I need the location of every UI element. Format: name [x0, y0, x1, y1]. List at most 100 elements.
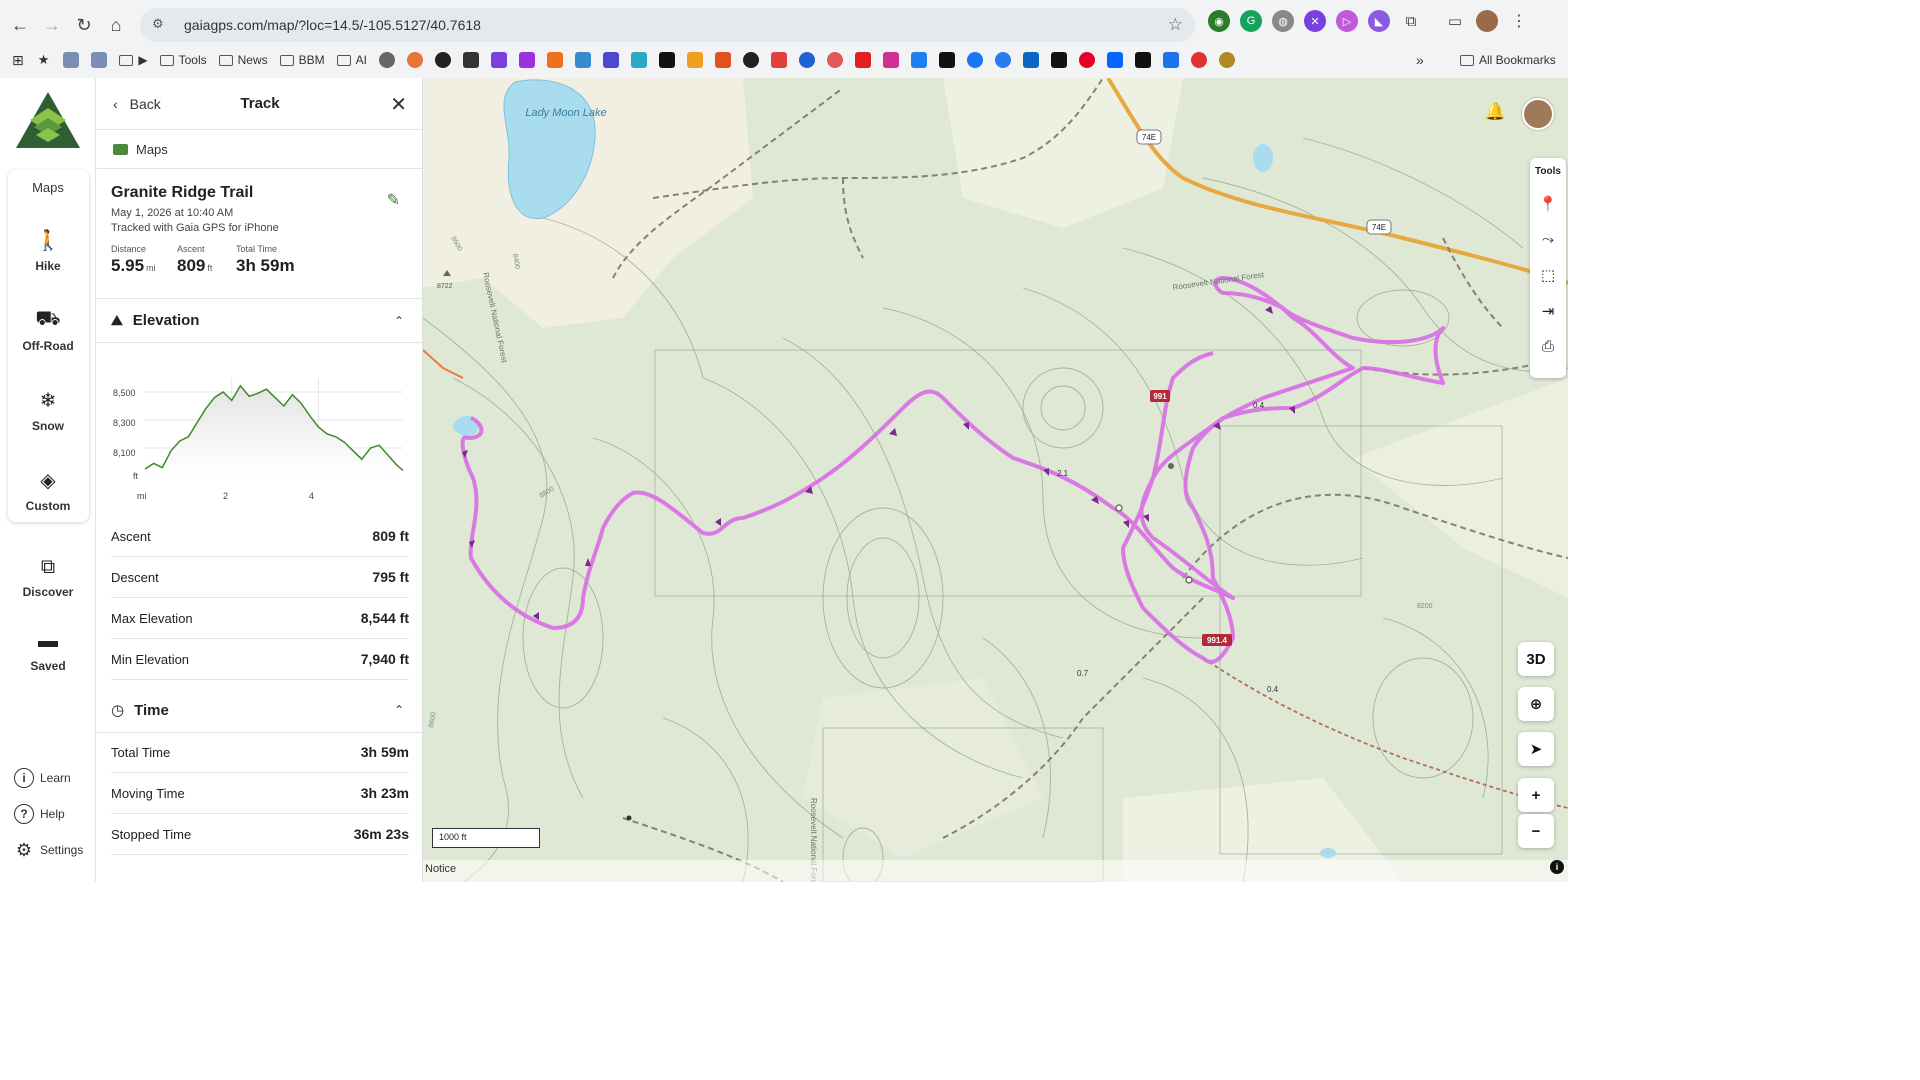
add-waypoint-icon[interactable]: 📍	[1539, 195, 1558, 213]
bookmark-favicon[interactable]	[1107, 52, 1124, 68]
nav-learn[interactable]: i Learn	[14, 768, 71, 788]
bookmark-favicon[interactable]	[1023, 52, 1040, 68]
profile-avatar[interactable]	[1476, 10, 1498, 32]
bookmark-folder[interactable]: ▶	[119, 53, 148, 67]
binoculars-icon: ⧉	[40, 556, 56, 578]
avatar[interactable]	[1522, 98, 1554, 130]
notice-bar[interactable]: Notice	[423, 860, 1568, 882]
home-icon[interactable]: ⌂	[100, 9, 132, 41]
locate-me-icon[interactable]: ➤	[1518, 732, 1554, 766]
bookmark-favicon[interactable]	[63, 52, 80, 68]
bookmark-favicon[interactable]	[827, 52, 844, 68]
bookmark-favicon[interactable]	[1219, 52, 1236, 68]
back-arrow-icon[interactable]: ←	[4, 9, 36, 41]
extension-icon[interactable]: ▷	[1336, 10, 1358, 32]
bookmark-folder-tools[interactable]: Tools	[159, 53, 207, 67]
bookmark-favicon[interactable]	[603, 52, 620, 68]
gaia-logo-icon[interactable]	[14, 90, 82, 152]
extension-icon[interactable]: ◉	[1208, 10, 1230, 32]
y-tick-label: 8,100	[113, 448, 136, 458]
mode-hike[interactable]: 🚶 Hike	[0, 228, 96, 273]
apps-grid-icon[interactable]: ⊞	[12, 52, 24, 69]
road-shield: 74E	[1136, 129, 1162, 145]
mode-custom[interactable]: ◈ Custom	[0, 468, 96, 513]
bookmark-favicon[interactable]	[855, 52, 872, 68]
bookmark-favicon[interactable]	[799, 52, 816, 68]
bookmark-favicon[interactable]	[911, 52, 928, 68]
compass-icon[interactable]: ⊕	[1518, 687, 1554, 721]
bookmark-folder-ai[interactable]: AI	[336, 53, 367, 67]
stat-row-descent: Descent 795 ft	[111, 557, 409, 598]
extension-icon[interactable]: ✕	[1304, 10, 1326, 32]
puzzle-icon[interactable]: ⧉	[1400, 10, 1422, 32]
elevation-chart: 8,500 8,300 8,100 ft mi 2 4	[113, 378, 404, 501]
map-canvas[interactable]: 74E 74E 991 991.4 0.4 2.1 0.7 0.4 Lady M…	[423, 78, 1568, 882]
site-settings-icon[interactable]: ⚙	[152, 16, 170, 34]
area-icon[interactable]: ⬚	[1541, 266, 1555, 284]
star-bookmark-icon[interactable]: ★	[38, 52, 50, 68]
info-icon[interactable]: i	[1550, 860, 1564, 874]
bookmark-favicon[interactable]	[883, 52, 900, 68]
bookmark-favicon[interactable]	[491, 52, 508, 68]
breadcrumb[interactable]: Maps	[113, 142, 168, 157]
nav-saved[interactable]: ▬ Saved	[0, 630, 96, 673]
bookmark-favicon[interactable]	[435, 52, 452, 68]
grammarly-icon[interactable]: G	[1240, 10, 1262, 32]
mode-off-road[interactable]: ⛟ Off-Road	[0, 308, 96, 353]
3d-toggle-button[interactable]: 3D	[1518, 642, 1554, 676]
nav-help[interactable]: ? Help	[14, 804, 65, 824]
mode-snow[interactable]: ❄ Snow	[0, 388, 96, 433]
hiker-icon: 🚶	[35, 230, 61, 252]
address-bar[interactable]: ⚙ gaiagps.com/map/?loc=14.5/-105.5127/40…	[140, 8, 1195, 42]
import-icon[interactable]: ⇥	[1542, 302, 1555, 320]
bookmark-favicon[interactable]	[939, 52, 956, 68]
more-bookmarks-icon[interactable]: »	[1416, 52, 1424, 68]
tab-search-icon[interactable]: ▭	[1444, 10, 1466, 32]
bookmark-favicon[interactable]	[379, 52, 396, 68]
bookmark-favicon[interactable]	[1079, 52, 1096, 68]
zoom-in-button[interactable]: +	[1518, 778, 1554, 812]
zoom-out-button[interactable]: −	[1518, 814, 1554, 848]
nav-discover[interactable]: ⧉ Discover	[0, 556, 96, 599]
reload-icon[interactable]: ↻	[68, 9, 100, 41]
bookmark-star-icon[interactable]: ☆	[1168, 15, 1183, 35]
chevron-up-icon[interactable]: ⌃	[394, 703, 404, 717]
close-icon[interactable]: ✕	[390, 92, 407, 117]
bookmark-favicon[interactable]	[687, 52, 704, 68]
print-icon[interactable]: ⎙	[1542, 338, 1554, 355]
help-icon: ?	[14, 804, 34, 824]
bookmark-favicon[interactable]	[1135, 52, 1152, 68]
edit-pencil-icon[interactable]: ✎	[387, 190, 400, 210]
elevation-area	[145, 385, 403, 476]
bookmark-favicon[interactable]	[519, 52, 536, 68]
route-icon[interactable]: ⤳	[1542, 231, 1554, 248]
bookmark-favicon[interactable]	[575, 52, 592, 68]
bookmark-favicon[interactable]	[743, 52, 760, 68]
bookmark-folder-news[interactable]: News	[218, 53, 268, 67]
distance-label: 2.1	[1057, 469, 1069, 478]
bookmark-favicon[interactable]	[967, 52, 984, 68]
bookmark-favicon[interactable]	[1163, 52, 1180, 68]
all-bookmarks-folder[interactable]: All Bookmarks	[1460, 53, 1556, 67]
bookmark-favicon[interactable]	[1191, 52, 1208, 68]
elevation-section-header[interactable]: ⛰ Elevation	[111, 312, 199, 329]
bookmark-folder-bbm[interactable]: BBM	[279, 53, 325, 67]
forward-arrow-icon[interactable]: →	[36, 9, 68, 41]
bookmark-favicon[interactable]	[1051, 52, 1068, 68]
globe-extension-icon[interactable]: ◍	[1272, 10, 1294, 32]
bookmark-favicon[interactable]	[463, 52, 480, 68]
chevron-up-icon[interactable]: ⌃	[394, 314, 404, 328]
nav-settings[interactable]: ⚙ Settings	[14, 840, 83, 860]
menu-dots-icon[interactable]: ⋮	[1508, 10, 1530, 32]
bell-icon[interactable]: 🔔	[1485, 102, 1506, 122]
bookmark-favicon[interactable]	[407, 52, 424, 68]
bookmark-favicon[interactable]	[659, 52, 676, 68]
bookmark-favicon[interactable]	[631, 52, 648, 68]
bookmark-favicon[interactable]	[715, 52, 732, 68]
bookmark-favicon[interactable]	[91, 52, 108, 68]
bookmark-favicon[interactable]	[547, 52, 564, 68]
extension-icon[interactable]: ◣	[1368, 10, 1390, 32]
bookmark-favicon[interactable]	[995, 52, 1012, 68]
bookmark-favicon[interactable]	[771, 52, 788, 68]
time-section-header[interactable]: ◷ Time	[111, 701, 169, 720]
